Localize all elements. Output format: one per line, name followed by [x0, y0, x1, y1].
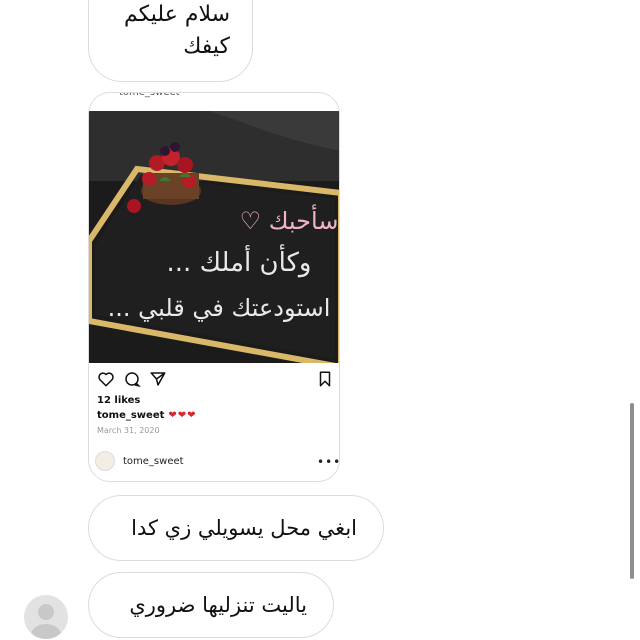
- default-profile-icon: [31, 604, 61, 639]
- caption-hearts: ❤❤❤: [168, 410, 197, 421]
- footer-username[interactable]: tome_sweet: [123, 456, 184, 467]
- likes-count[interactable]: 12 likes: [97, 395, 140, 406]
- message-text-line: كيفك: [183, 34, 230, 59]
- scrollbar[interactable]: [630, 403, 634, 579]
- message-bubble-greeting[interactable]: سلام عليكم كيفك: [88, 0, 253, 82]
- message-bubble-urgent[interactable]: ياليت تنزليها ضروري: [88, 572, 334, 638]
- share-icon[interactable]: [149, 370, 167, 388]
- chalk-text-line-1: سأحبك ♡: [240, 204, 339, 235]
- chalk-text-line-3: استودعتك في قلبي ...: [108, 294, 331, 322]
- message-bubble-request[interactable]: ابغي محل يسويلي زي كدا: [88, 495, 384, 561]
- message-text-line: سلام عليكم: [123, 2, 230, 27]
- heart-icon[interactable]: [97, 370, 115, 388]
- account-avatar[interactable]: [95, 451, 115, 471]
- comment-icon[interactable]: [123, 370, 141, 388]
- post-photo[interactable]: سأحبك ♡ وكأن أملك ... استودعتك في قلبي .…: [89, 111, 340, 363]
- post-username-top: tome_sweet: [119, 92, 180, 98]
- post-caption: tome_sweet ❤❤❤: [97, 410, 197, 421]
- more-options-icon[interactable]: •••: [317, 455, 339, 469]
- post-date: March 31, 2020: [97, 426, 160, 435]
- message-text: ابغي محل يسويلي زي كدا: [131, 516, 357, 540]
- chalk-text-line-2: وكأن أملك ...: [167, 243, 312, 278]
- bookmark-icon[interactable]: [316, 370, 334, 388]
- sender-avatar[interactable]: [24, 595, 68, 639]
- shared-post-card[interactable]: tome_sweet سأحبك ♡ وكأن أملك ... استودعت…: [88, 92, 340, 482]
- caption-username[interactable]: tome_sweet: [97, 410, 164, 421]
- post-footer[interactable]: tome_sweet •••: [89, 445, 339, 481]
- message-text: ياليت تنزليها ضروري: [129, 593, 307, 617]
